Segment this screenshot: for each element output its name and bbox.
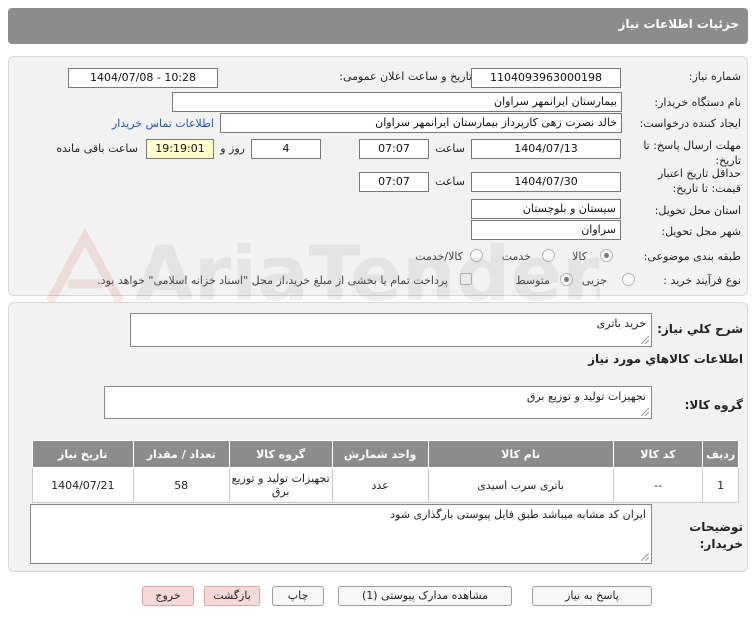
treasury-payment-note: پرداخت تمام یا بخشی از مبلغ خرید،از محل … [97,274,448,287]
attachments-button[interactable]: مشاهده مدارک پیوستی (1) [338,586,512,606]
col-quantity: تعداد / مقدار [132,440,230,468]
deadline-time-field: 07:07 [359,139,429,159]
goods-table-header-row: ردیف کد کالا نام کالا واحد شمارش گروه کا… [32,440,739,468]
category-radio-goods-service[interactable] [470,249,483,262]
cell-row-number: 1 [702,467,739,503]
back-button[interactable]: بازگشت [204,586,260,606]
buyer-org-label: نام دستگاه خریدار: [654,96,741,109]
buyer-org-field: بیمارستان ایرانمهر سراوان [172,92,622,112]
validity-time-field: 07:07 [359,172,429,192]
buyer-contact-link[interactable]: اطلاعات تماس خریدار [112,117,214,130]
creator-label: ایجاد کننده درخواست: [639,117,741,130]
category-radio-goods[interactable] [600,249,613,262]
table-row: 1 -- باتری سرب اسیدی عدد تجهیزات تولید و… [32,467,739,503]
validity-time-label: ساعت [435,175,465,188]
exit-button[interactable]: خروج [142,586,194,606]
days-field: 4 [251,139,321,159]
process-label: نوع فرآیند خرید : [663,274,741,287]
cell-need-date: 1404/07/21 [32,467,134,503]
city-label: شهر محل تحویل: [661,225,741,238]
col-unit: واحد شمارش [331,440,429,468]
need-number-field: 1104093963000198 [471,68,621,88]
cell-quantity: 58 [132,467,230,503]
buyer-notes-textarea[interactable]: ایران کد مشابه میباشد طبق فایل پیوستی با… [30,504,652,564]
category-label: طبقه بندی موضوعی: [643,250,741,263]
resize-grip-icon[interactable] [641,408,649,416]
city-field: سراوان [471,220,621,240]
process-option-small: جزیی [581,274,607,287]
need-number-label: شماره نیاز: [688,70,741,83]
remaining-label: ساعت باقی مانده [56,142,138,155]
category-radio-service[interactable] [542,249,555,262]
col-need-date: تاریخ نیاز [32,440,134,468]
resize-grip-icon[interactable] [641,553,649,561]
buyer-notes-label: توضیحات خریدار: [689,520,743,551]
announce-field: 1404/07/08 - 10:28 [68,68,218,88]
summary-text: خرید باتری [596,317,646,330]
category-option-goods: کالا [572,250,587,263]
creator-field: خالد نصرت زهی کارپرداز بیمارستان ایرانمه… [220,113,622,133]
col-row-number: ردیف [702,440,739,468]
goods-group-text: تجهیزات تولید و توزیع برق [526,390,646,403]
deadline-label: مهلت ارسال پاسخ: تا تاریخ: [643,139,741,167]
treasury-checkbox[interactable] [460,273,472,285]
process-radio-small[interactable] [622,273,635,286]
validity-date-field: 1404/07/30 [471,172,621,192]
category-option-service: خدمت [501,250,531,263]
print-button[interactable]: چاپ [272,586,324,606]
summary-textarea[interactable]: خرید باتری [130,313,652,347]
cell-goods-group: تجهیزات تولید و توزیع برق [228,467,333,503]
col-goods-group: گروه کالا [228,440,333,468]
validity-label: حداقل تاریخ اعتبار قیمت: تا تاریخ: [657,167,741,195]
days-label: روز و [220,142,245,155]
resize-grip-icon[interactable] [641,336,649,344]
buyer-notes-text: ایران کد مشابه میباشد طبق فایل پیوستی با… [390,508,646,521]
goods-group-textarea[interactable]: تجهیزات تولید و توزیع برق [104,386,652,419]
process-option-medium: متوسط [515,274,550,287]
province-label: استان محل تحویل: [654,204,741,217]
cell-unit: عدد [331,467,429,503]
col-goods-name: نام کالا [427,440,614,468]
cell-goods-name: باتری سرب اسیدی [427,467,614,503]
goods-group-label: گروه کالا: [684,398,743,412]
summary-label: شرح كلي نياز: [657,322,743,336]
announce-label: تاریخ و ساعت اعلان عمومی: [339,70,472,83]
deadline-date-field: 1404/07/13 [471,139,621,159]
page-title: جزئیات اطلاعات نیاز [618,17,739,31]
process-radio-medium[interactable] [560,273,573,286]
reply-button[interactable]: پاسخ به نیاز [532,586,652,606]
col-goods-code: کد کالا [612,440,704,468]
cell-goods-code: -- [612,467,704,503]
remaining-time-field: 19:19:01 [146,139,214,159]
category-option-goods-service: کالا/خدمت [415,250,463,263]
deadline-time-label: ساعت [435,142,465,155]
goods-section-title: اطلاعات کالاهاي مورد نياز [588,352,743,366]
goods-table: ردیف کد کالا نام کالا واحد شمارش گروه کا… [32,440,739,503]
province-field: سیستان و بلوچستان [471,199,621,219]
